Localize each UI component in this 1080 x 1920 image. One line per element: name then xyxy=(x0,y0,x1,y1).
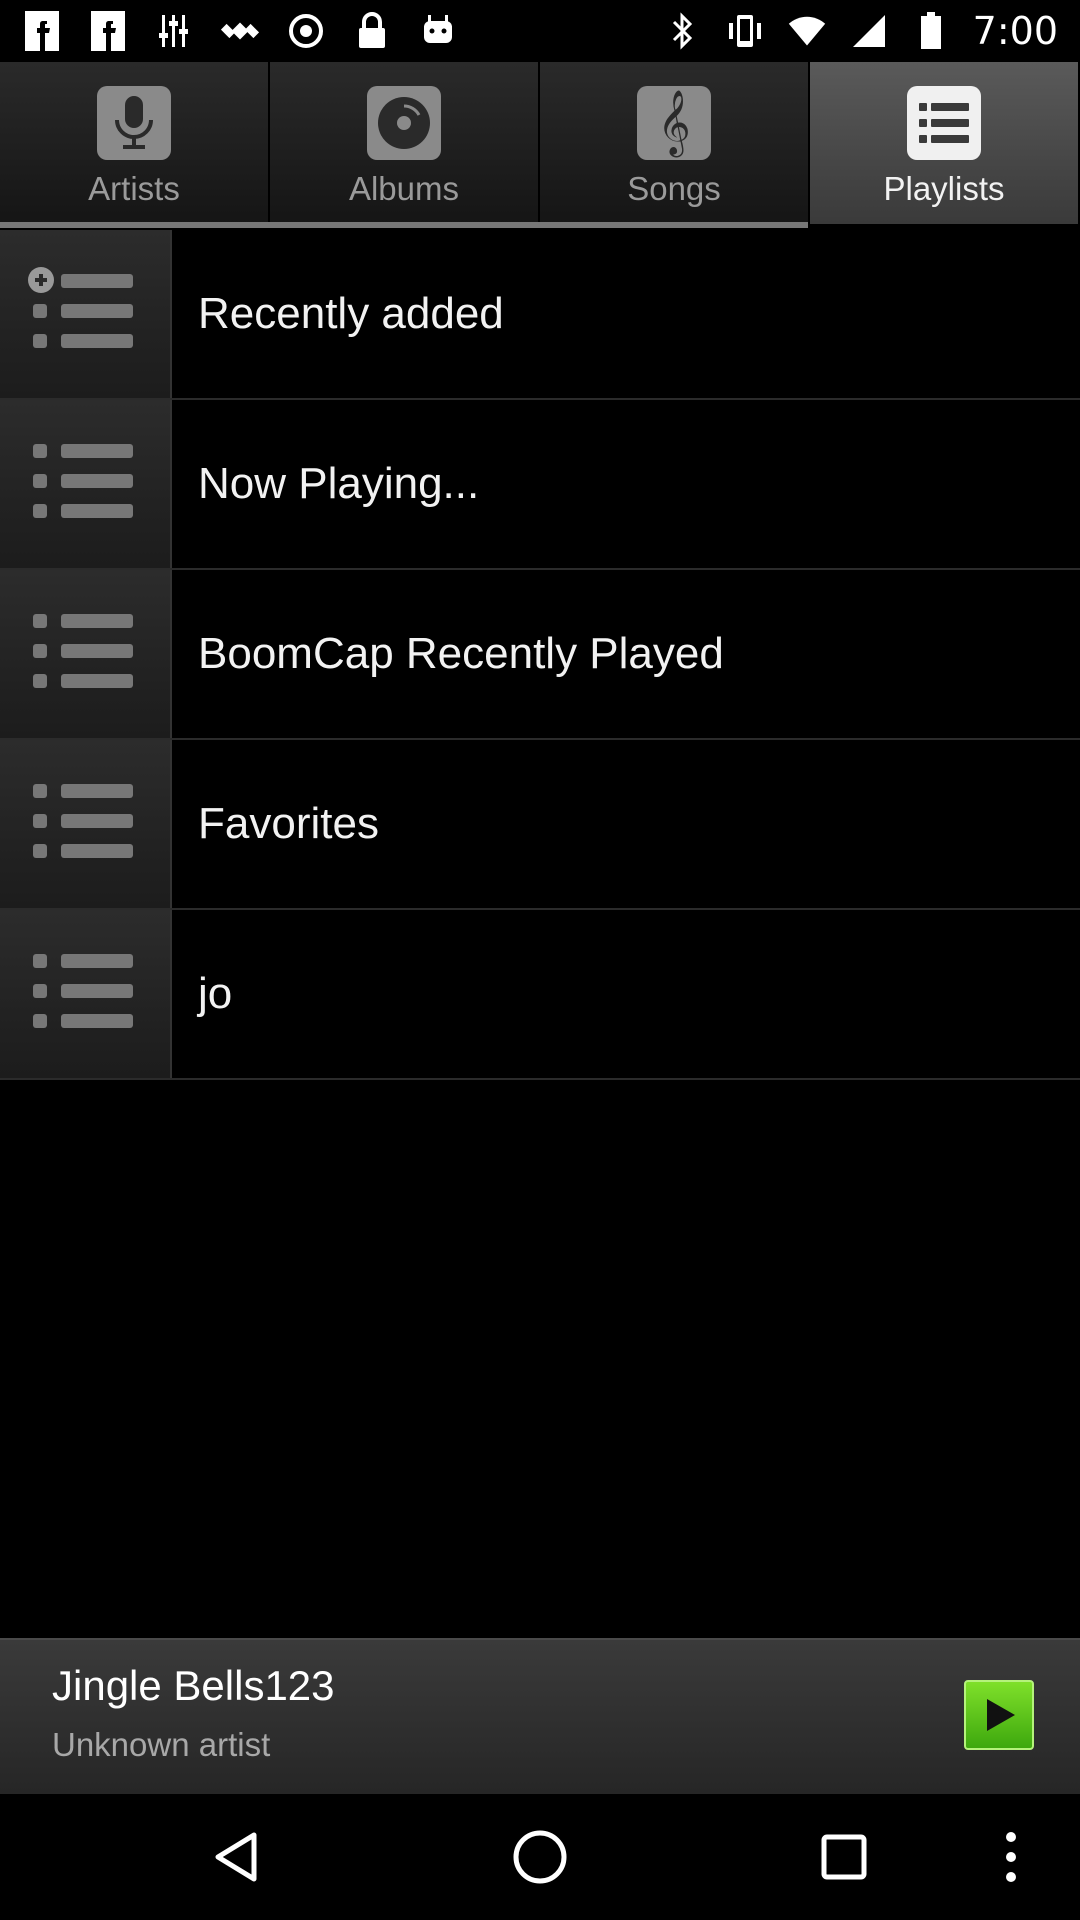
satellite-icon xyxy=(220,11,260,51)
equalizer-icon xyxy=(154,11,194,51)
playlist-label: Now Playing... xyxy=(198,459,480,508)
tab-label-artists: Artists xyxy=(88,170,180,207)
list-item[interactable]: Recently added xyxy=(0,230,1080,400)
back-button[interactable] xyxy=(176,1794,296,1920)
now-playing-title: Jingle Bells123 xyxy=(52,1662,335,1709)
tab-label-albums: Albums xyxy=(348,170,460,207)
wifi-icon xyxy=(787,11,827,51)
playlist-list: Recently added Now Playing... BoomCap Re… xyxy=(0,230,1080,1080)
list-icon xyxy=(0,570,172,738)
facebook-icon xyxy=(88,11,128,51)
tab-label-playlists: Playlists xyxy=(883,170,1005,207)
signal-icon xyxy=(849,11,889,51)
play-button[interactable] xyxy=(964,1680,1034,1750)
disc-icon xyxy=(367,86,441,160)
list-icon xyxy=(0,740,172,908)
tab-songs[interactable]: 𝄞 Songs xyxy=(540,62,810,224)
status-bar-system: 7:00 xyxy=(663,0,1058,62)
playlist-label: BoomCap Recently Played xyxy=(198,629,724,678)
status-bar-notifications xyxy=(22,11,458,51)
playlist-label: Recently added xyxy=(198,289,504,338)
overflow-menu-icon xyxy=(1006,1832,1016,1882)
status-time: 7:00 xyxy=(972,9,1058,53)
list-item[interactable]: Favorites xyxy=(0,740,1080,910)
lock-icon xyxy=(352,11,392,51)
playlist-label: jo xyxy=(198,969,233,1018)
home-icon xyxy=(513,1830,567,1884)
bluetooth-icon xyxy=(663,11,703,51)
tab-albums[interactable]: Albums xyxy=(270,62,540,224)
library-tabs: Artists Albums 𝄞 Songs Playlists xyxy=(0,62,1080,230)
list-item[interactable]: Now Playing... xyxy=(0,400,1080,570)
tab-divider xyxy=(0,222,808,228)
list-icon xyxy=(907,86,981,160)
now-playing-bar[interactable]: Jingle Bells123 Unknown artist xyxy=(0,1638,1080,1794)
treble-clef-icon: 𝄞 xyxy=(637,86,711,160)
overflow-menu-button[interactable] xyxy=(966,1794,1056,1920)
list-item[interactable]: BoomCap Recently Played xyxy=(0,570,1080,740)
facebook-icon xyxy=(22,11,62,51)
tab-artists[interactable]: Artists xyxy=(0,62,270,224)
back-icon xyxy=(215,1832,257,1882)
recents-icon xyxy=(821,1834,867,1880)
battery-icon xyxy=(911,11,951,51)
navigation-bar xyxy=(0,1794,1080,1920)
status-bar: 7:00 xyxy=(0,0,1080,62)
list-item[interactable]: jo xyxy=(0,910,1080,1080)
list-icon xyxy=(0,910,172,1078)
circle-icon xyxy=(286,11,326,51)
vibrate-icon xyxy=(725,11,765,51)
android-icon xyxy=(418,11,458,51)
tab-label-songs: Songs xyxy=(627,170,721,207)
microphone-icon xyxy=(97,86,171,160)
recents-button[interactable] xyxy=(784,1794,904,1920)
play-icon xyxy=(987,1699,1015,1731)
now-playing-artist: Unknown artist xyxy=(52,1726,271,1763)
tab-playlists[interactable]: Playlists xyxy=(810,62,1080,224)
home-button[interactable] xyxy=(480,1794,600,1920)
add-list-icon xyxy=(0,230,172,398)
list-icon xyxy=(0,400,172,568)
playlist-label: Favorites xyxy=(198,799,379,848)
